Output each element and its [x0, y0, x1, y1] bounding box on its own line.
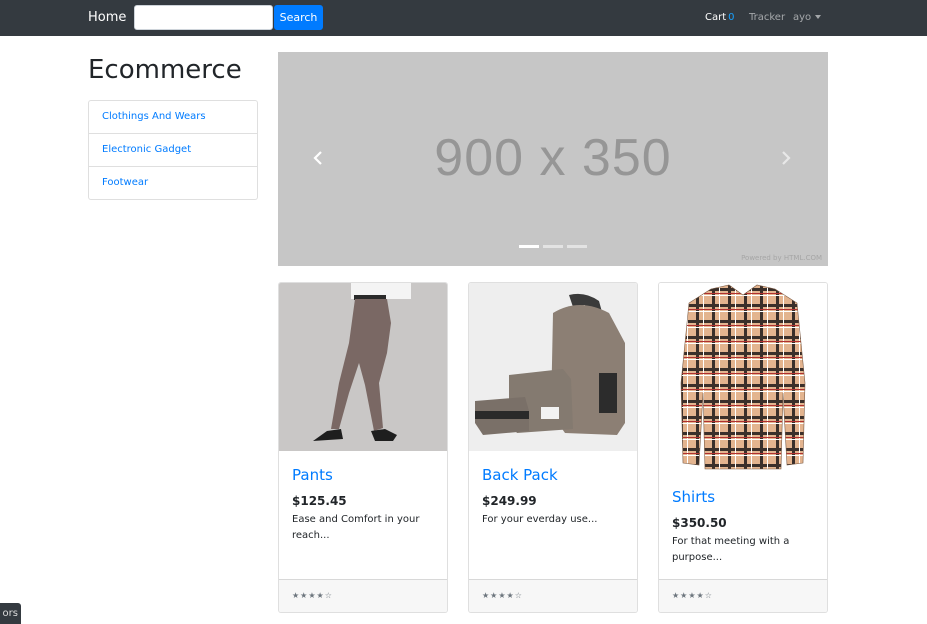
carousel-indicator-2[interactable]	[543, 245, 563, 248]
navbar: Home Search Cart 0 Tracker ayo	[0, 0, 927, 36]
product-card: Shirts $350.50 For that meeting with a p…	[658, 282, 828, 613]
product-price: $249.99	[482, 494, 537, 508]
page-title: Ecommerce	[88, 55, 242, 85]
cart-link[interactable]: Cart 0	[705, 12, 735, 23]
rating-stars: ★★★★☆	[482, 591, 523, 600]
product-price: $350.50	[672, 516, 727, 530]
product-title[interactable]: Shirts	[672, 488, 715, 506]
cart-count-badge: 0	[728, 12, 735, 23]
card-footer: ★★★★☆	[659, 579, 827, 612]
category-item-footwear[interactable]: Footwear	[88, 166, 258, 200]
powered-by-text: Powered by HTML.COM	[741, 254, 822, 262]
search-input[interactable]	[134, 5, 273, 30]
card-footer: ★★★★☆	[469, 579, 637, 612]
user-dropdown[interactable]: ayo	[793, 12, 822, 23]
category-item-clothings[interactable]: Clothings And Wears	[88, 100, 258, 134]
cart-label: Cart	[705, 12, 727, 23]
product-description: For your everday use...	[482, 514, 598, 525]
product-title[interactable]: Pants	[292, 466, 333, 484]
product-price: $125.45	[292, 494, 347, 508]
user-name: ayo	[793, 12, 812, 23]
product-description: For that meeting with a purpose...	[672, 536, 790, 563]
product-description: Ease and Comfort in your reach...	[292, 514, 420, 541]
chevron-down-icon	[815, 15, 822, 19]
category-item-electronics[interactable]: Electronic Gadget	[88, 133, 258, 167]
product-card: Back Pack $249.99 For your everday use..…	[468, 282, 638, 613]
search-button[interactable]: Search	[274, 5, 323, 30]
rating-stars: ★★★★☆	[292, 591, 333, 600]
chevron-left-icon[interactable]	[312, 150, 326, 168]
chevron-right-icon[interactable]	[780, 150, 794, 168]
carousel: 900 x 350 Powered by HTML.COM	[278, 52, 828, 266]
product-title[interactable]: Back Pack	[482, 466, 558, 484]
home-link[interactable]: Home	[88, 10, 126, 25]
pants-image[interactable]	[279, 283, 447, 451]
carousel-indicators	[519, 245, 589, 248]
category-list: Clothings And Wears Electronic Gadget Fo…	[88, 100, 258, 200]
carousel-indicator-3[interactable]	[567, 245, 587, 248]
carousel-indicator-1[interactable]	[519, 245, 539, 248]
backpack-image[interactable]	[469, 283, 637, 451]
card-footer: ★★★★☆	[279, 579, 447, 612]
carousel-placeholder-text: 900 x 350	[434, 129, 672, 187]
shirt-image[interactable]	[659, 283, 827, 473]
rating-stars: ★★★★☆	[672, 591, 713, 600]
tracker-link[interactable]: Tracker	[749, 12, 785, 23]
product-card: Pants $125.45 Ease and Comfort in your r…	[278, 282, 448, 613]
corner-tab[interactable]: ors	[0, 603, 21, 624]
